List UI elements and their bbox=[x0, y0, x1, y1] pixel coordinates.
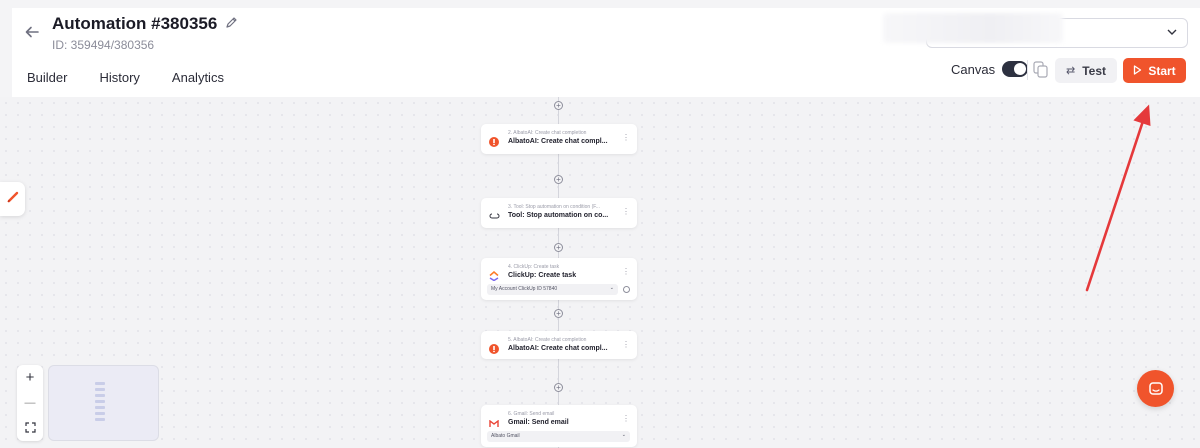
add-step-icon[interactable]: + bbox=[554, 383, 563, 392]
copy-icon[interactable] bbox=[1033, 61, 1049, 79]
start-label: Start bbox=[1148, 63, 1176, 78]
add-step-icon[interactable]: + bbox=[554, 243, 563, 252]
node-account-select[interactable]: My Account ClickUp ID 57840 ⌄ bbox=[487, 284, 618, 295]
tool-icon bbox=[489, 208, 500, 219]
tab-builder[interactable]: Builder bbox=[27, 70, 67, 85]
settings-icon[interactable] bbox=[623, 286, 630, 293]
node-title: ClickUp: Create task bbox=[508, 272, 577, 279]
chevron-down-icon: ⌄ bbox=[609, 285, 614, 291]
pen-icon bbox=[6, 190, 19, 208]
flow-node-step-4[interactable]: 4. ClickUp: Create task ClickUp: Create … bbox=[481, 258, 637, 300]
node-account-value: My Account ClickUp ID 57840 bbox=[491, 286, 558, 292]
more-vertical-icon[interactable]: ⋮ bbox=[622, 268, 630, 276]
tab-history[interactable]: History bbox=[99, 70, 139, 85]
back-arrow-icon[interactable] bbox=[24, 24, 42, 42]
fit-view-button[interactable] bbox=[17, 415, 43, 440]
zoom-out-button[interactable]: — bbox=[17, 390, 43, 415]
node-step-label: 2. AlbatoAI: Create chat completion bbox=[508, 130, 587, 136]
tab-analytics[interactable]: Analytics bbox=[172, 70, 224, 85]
automation-title: Automation #380356 bbox=[52, 14, 218, 33]
clickup-icon bbox=[489, 268, 499, 282]
more-vertical-icon[interactable]: ⋮ bbox=[622, 341, 630, 349]
page-title: Automation #380356 bbox=[52, 14, 238, 34]
node-step-label: 3. Tool: Stop automation on condition (F… bbox=[508, 204, 600, 210]
flow-node-step-2[interactable]: 2. AlbatoAI: Create chat completion Alba… bbox=[481, 124, 637, 154]
zoom-controls: + — bbox=[17, 365, 43, 441]
start-button[interactable]: Start bbox=[1123, 58, 1186, 83]
add-step-icon[interactable]: + bbox=[554, 101, 563, 110]
blurred-account-value bbox=[883, 13, 1063, 43]
toolbar-divider bbox=[1027, 60, 1028, 80]
annotation-arrow-icon bbox=[1085, 104, 1151, 292]
albato-ai-icon bbox=[489, 134, 499, 147]
flow-node-step-5[interactable]: 5. AlbatoAI: Create chat completion Alba… bbox=[481, 331, 637, 359]
node-step-label: 5. AlbatoAI: Create chat completion bbox=[508, 337, 587, 343]
add-step-icon[interactable]: + bbox=[554, 309, 563, 318]
test-button[interactable]: ⇄ Test bbox=[1055, 58, 1117, 83]
automation-id: ID: 359494/380356 bbox=[52, 38, 155, 52]
play-icon bbox=[1133, 64, 1142, 78]
node-title: AlbatoAI: Create chat compl... bbox=[508, 345, 608, 352]
more-vertical-icon[interactable]: ⋮ bbox=[622, 415, 630, 423]
minimap-node bbox=[95, 418, 105, 421]
canvas-switch[interactable] bbox=[1002, 61, 1029, 77]
chat-icon bbox=[1148, 381, 1163, 395]
node-title: AlbatoAI: Create chat compl... bbox=[508, 138, 608, 145]
node-title: Tool: Stop automation on co... bbox=[508, 212, 609, 219]
node-title: Gmail: Send email bbox=[508, 419, 569, 426]
canvas-toggle: Canvas bbox=[951, 61, 1029, 77]
page-header: Automation #380356 ID: 359494/380356 Bui… bbox=[12, 8, 1200, 97]
albato-ai-icon bbox=[489, 341, 499, 354]
zoom-in-button[interactable]: + bbox=[17, 365, 43, 390]
more-vertical-icon[interactable]: ⋮ bbox=[622, 208, 630, 216]
fit-view-icon bbox=[24, 422, 36, 433]
node-account-value: Albato Gmail bbox=[491, 433, 520, 439]
minimap-node bbox=[95, 412, 105, 415]
tab-bar: Builder History Analytics bbox=[27, 70, 256, 85]
chevron-down-icon bbox=[1167, 27, 1177, 39]
canvas-label: Canvas bbox=[951, 61, 996, 77]
minimap-node bbox=[95, 382, 105, 385]
flow-node-step-3[interactable]: 3. Tool: Stop automation on condition (F… bbox=[481, 198, 637, 228]
test-label: Test bbox=[1082, 63, 1106, 78]
node-step-label: 4. ClickUp: Create task bbox=[508, 264, 560, 270]
pencil-icon[interactable] bbox=[225, 16, 238, 32]
add-step-icon[interactable]: + bbox=[554, 175, 563, 184]
swap-arrows-icon: ⇄ bbox=[1065, 65, 1076, 77]
support-chat-button[interactable] bbox=[1137, 370, 1174, 407]
minimap-node bbox=[95, 406, 105, 409]
minimap-node bbox=[95, 388, 105, 391]
chevron-down-icon: ⌄ bbox=[621, 432, 626, 438]
side-panel-toggle[interactable] bbox=[0, 182, 25, 216]
minimap-node bbox=[95, 394, 105, 397]
gmail-icon bbox=[489, 415, 499, 427]
minimap[interactable] bbox=[48, 365, 159, 441]
node-account-select[interactable]: Albato Gmail ⌄ bbox=[487, 431, 630, 442]
minimap-node bbox=[95, 400, 105, 403]
flow-node-step-6[interactable]: 6. Gmail: Send email Gmail: Send email ⋮… bbox=[481, 405, 637, 447]
account-select[interactable] bbox=[883, 13, 1188, 48]
more-vertical-icon[interactable]: ⋮ bbox=[622, 134, 630, 142]
node-step-label: 6. Gmail: Send email bbox=[508, 411, 555, 417]
